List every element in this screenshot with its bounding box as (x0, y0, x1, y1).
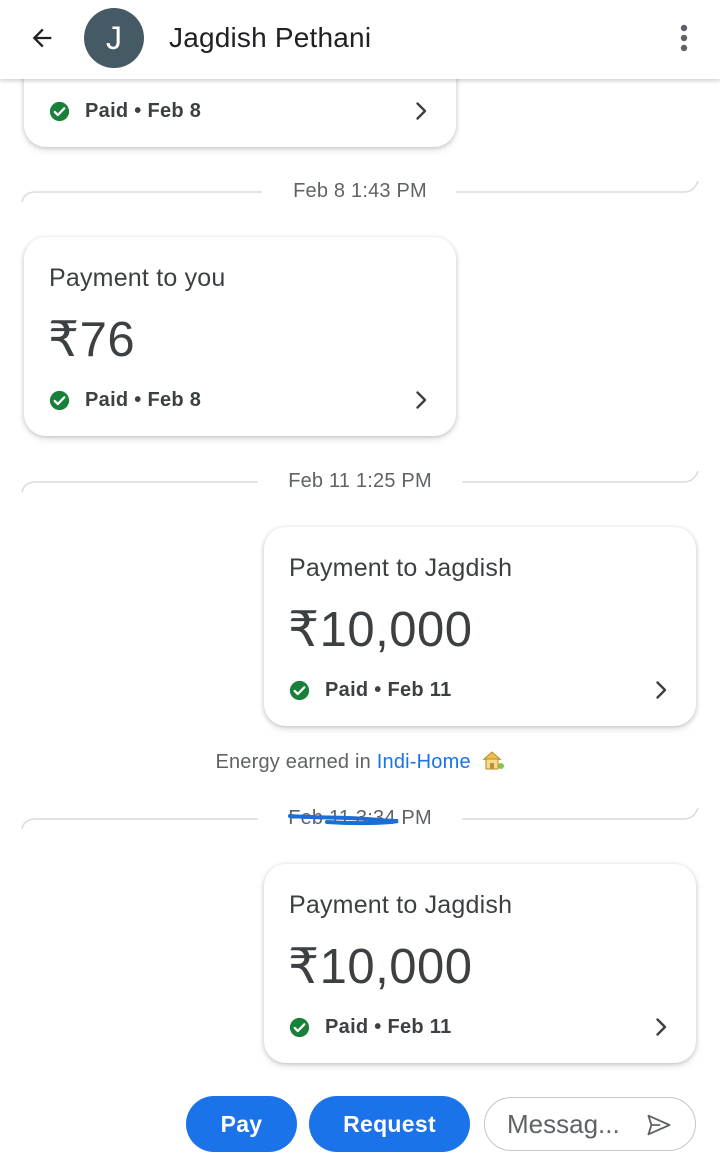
payment-status: Paid • Feb 11 (289, 1015, 452, 1039)
request-button[interactable]: Request (309, 1096, 470, 1152)
energy-earned-note: Energy earned in Indi-Home (0, 749, 720, 777)
status-text: Paid • Feb 8 (85, 99, 202, 122)
payment-title: Payment to you (49, 264, 226, 292)
more-vert-icon (680, 24, 688, 52)
date-label: Feb 11 3:34 PM (288, 807, 432, 829)
pay-button[interactable]: Pay (186, 1096, 297, 1152)
date-separator: Feb 8 1:43 PM (0, 178, 720, 208)
payment-amount: ₹76 (48, 313, 136, 367)
payment-title: Payment to Jagdish (289, 891, 513, 919)
chevron-right-icon (414, 100, 428, 122)
status-text: Paid • Feb 11 (325, 678, 452, 701)
payment-card[interactable]: Payment to Jagdish ₹10,000 Paid • Feb 11 (264, 864, 696, 1063)
status-text: Paid • Feb 8 (85, 388, 202, 411)
indi-home-link[interactable]: Indi-Home (377, 751, 471, 773)
payment-status: Paid • Feb 8 (49, 99, 201, 123)
chevron-right-icon (654, 679, 668, 701)
payment-card[interactable]: Payment to you ₹76 Paid • Feb 8 (24, 237, 456, 436)
app-header: J Jagdish Pethani (0, 0, 720, 79)
payment-status: Paid • Feb 11 (289, 678, 452, 702)
back-button[interactable] (22, 18, 62, 58)
check-circle-icon (289, 680, 310, 701)
check-circle-icon (289, 1017, 310, 1038)
payment-amount: ₹10,000 (288, 940, 473, 994)
energy-prefix: Energy earned in (215, 751, 371, 773)
send-icon[interactable] (645, 1111, 673, 1139)
payment-status: Paid • Feb 8 (49, 388, 201, 412)
house-icon (481, 749, 505, 777)
more-options-button[interactable] (666, 18, 702, 58)
payment-card[interactable]: Payment to Jagdish ₹10,000 Paid • Feb 11 (264, 527, 696, 726)
contact-name[interactable]: Jagdish Pethani (169, 22, 371, 54)
check-circle-icon (49, 101, 70, 122)
status-text: Paid • Feb 11 (325, 1015, 452, 1038)
message-input[interactable] (507, 1108, 657, 1140)
payment-amount: ₹10,000 (288, 603, 473, 657)
chevron-right-icon (414, 389, 428, 411)
date-separator: Feb 11 1:25 PM (0, 468, 720, 498)
arrow-back-icon (32, 28, 52, 48)
chevron-right-icon (654, 1016, 668, 1038)
avatar-letter: J (106, 19, 122, 56)
check-circle-icon (49, 390, 70, 411)
payment-title: Payment to Jagdish (289, 554, 513, 582)
avatar[interactable]: J (84, 8, 144, 68)
date-label: Feb 11 1:25 PM (288, 470, 432, 492)
date-label: Feb 8 1:43 PM (293, 180, 427, 202)
date-separator: Feb 11 3:34 PM (0, 805, 720, 835)
message-box (484, 1097, 696, 1151)
